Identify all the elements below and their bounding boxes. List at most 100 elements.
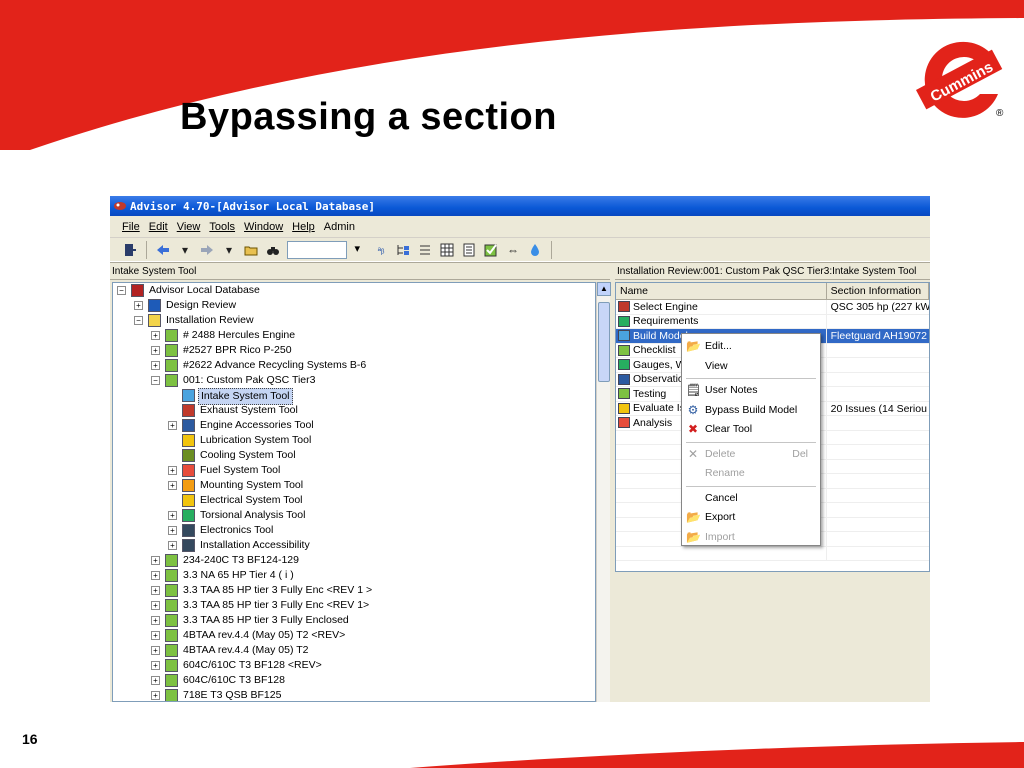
- menu-file-label: File: [122, 220, 140, 233]
- expand-icon[interactable]: +: [151, 571, 160, 580]
- exhaust-icon: [182, 404, 195, 417]
- exit-icon[interactable]: [122, 242, 138, 258]
- collapse-icon[interactable]: −: [151, 376, 160, 385]
- expand-icon[interactable]: +: [168, 526, 177, 535]
- tree-item[interactable]: +604C/610C T3 BF128: [113, 673, 595, 688]
- expand-icon[interactable]: +: [151, 331, 160, 340]
- checklist-icon[interactable]: [483, 242, 499, 258]
- tree-item[interactable]: + Engine Accessories Tool: [113, 418, 595, 433]
- expand-icon[interactable]: +: [168, 421, 177, 430]
- collapse-icon[interactable]: −: [134, 316, 143, 325]
- menu-window[interactable]: Window: [244, 221, 283, 233]
- context-menu-item-cancel[interactable]: Cancel: [682, 489, 820, 509]
- bypass-icon: ⚙: [687, 402, 699, 417]
- scroll-thumb[interactable]: [598, 302, 610, 382]
- expand-icon[interactable]: +: [151, 556, 160, 565]
- info-icon[interactable]: [527, 242, 543, 258]
- grid-row[interactable]: Select Engine QSC 305 hp (227 kW: [616, 300, 929, 315]
- expand-icon[interactable]: +: [151, 346, 160, 355]
- tree-item[interactable]: + Torsional Analysis Tool: [113, 508, 595, 523]
- tree-item[interactable]: − Installation Review: [113, 313, 595, 328]
- tree-item[interactable]: +3.3 TAA 85 HP tier 3 Fully Enc <REV 1>: [113, 598, 595, 613]
- context-menu-item-edit[interactable]: 📂 Edit...: [682, 337, 820, 357]
- tree-item[interactable]: + # 2488 Hercules Engine: [113, 328, 595, 343]
- expand-icon[interactable]: +: [168, 466, 177, 475]
- open-folder-icon[interactable]: [243, 242, 259, 258]
- context-menu-item-view[interactable]: View: [682, 357, 820, 377]
- context-menu-item-bypass-build-model[interactable]: ⚙ Bypass Build Model: [682, 401, 820, 421]
- expand-icon[interactable]: +: [151, 586, 160, 595]
- tree-item[interactable]: +4BTAA rev.4.4 (May 05) T2: [113, 643, 595, 658]
- scroll-up-arrow-icon[interactable]: ▲: [597, 282, 611, 296]
- context-menu-item-clear-tool[interactable]: ✖ Clear Tool: [682, 420, 820, 440]
- tree-item[interactable]: Lubrication System Tool: [113, 433, 595, 448]
- expand-icon[interactable]: +: [151, 691, 160, 700]
- expand-icon[interactable]: +: [151, 631, 160, 640]
- tree-item[interactable]: + Electronics Tool: [113, 523, 595, 538]
- tree-item-label: 3.3 TAA 85 HP tier 3 Fully Enclosed: [183, 614, 349, 626]
- report-icon[interactable]: [461, 242, 477, 258]
- sort-icon[interactable]: ᵃᵦ: [373, 242, 389, 258]
- tree-item[interactable]: Intake System Tool: [113, 388, 595, 405]
- menu-help[interactable]: Help: [292, 221, 315, 233]
- shortcut-hint: Del: [792, 447, 808, 460]
- tree-item[interactable]: + Design Review: [113, 298, 595, 313]
- back-icon[interactable]: [155, 242, 171, 258]
- expand-icon[interactable]: +: [151, 601, 160, 610]
- tree-item[interactable]: + Installation Accessibility: [113, 538, 595, 553]
- navigation-tree[interactable]: − Advisor Local Database + Design Review − In…: [112, 282, 596, 702]
- tree-item[interactable]: + #2622 Advance Recycling Systems B-6: [113, 358, 595, 373]
- tree-item[interactable]: +3.3 TAA 85 HP tier 3 Fully Enc <REV 1 >: [113, 583, 595, 598]
- menu-edit[interactable]: Edit: [149, 221, 168, 233]
- menu-view[interactable]: View: [177, 221, 201, 233]
- tree-scrollbar[interactable]: ▲: [596, 282, 611, 702]
- accessories-icon: [182, 419, 195, 432]
- search-combo-input[interactable]: [287, 240, 360, 259]
- column-header-name[interactable]: Name: [616, 283, 827, 299]
- tree-item[interactable]: +4BTAA rev.4.4 (May 05) T2 <REV>: [113, 628, 595, 643]
- window-titlebar[interactable]: Advisor 4.70-[Advisor Local Database]: [110, 196, 930, 216]
- column-header-section-info[interactable]: Section Information: [827, 283, 929, 299]
- menu-file[interactable]: File: [122, 221, 140, 233]
- notes-icon: 🗒: [686, 383, 702, 397]
- expand-icon[interactable]: +: [151, 646, 160, 655]
- tree-item[interactable]: − 001: Custom Pak QSC Tier3: [113, 373, 595, 388]
- menu-tools[interactable]: Tools: [209, 221, 235, 233]
- expand-icon[interactable]: +: [134, 301, 143, 310]
- context-menu-item-export[interactable]: 📂 Export: [682, 508, 820, 528]
- fuel-icon: [182, 464, 195, 477]
- list-icon[interactable]: [417, 242, 433, 258]
- tree-item[interactable]: Exhaust System Tool: [113, 403, 595, 418]
- menu-admin[interactable]: Admin: [324, 221, 355, 233]
- grid-row[interactable]: Requirements: [616, 314, 929, 329]
- expand-icon[interactable]: +: [168, 511, 177, 520]
- expand-icon[interactable]: +: [168, 481, 177, 490]
- tree-item[interactable]: − Advisor Local Database: [113, 283, 595, 298]
- forward-dropdown-icon[interactable]: ▾: [221, 242, 237, 258]
- tree-item[interactable]: Cooling System Tool: [113, 448, 595, 463]
- expand-icon[interactable]: +: [151, 361, 160, 370]
- tree-item[interactable]: + Mounting System Tool: [113, 478, 595, 493]
- context-menu-item-user-notes[interactable]: 🗒 User Notes: [682, 381, 820, 401]
- tree-item[interactable]: +234-240C T3 BF124-129: [113, 553, 595, 568]
- tree-item[interactable]: + Fuel System Tool: [113, 463, 595, 478]
- grid-icon[interactable]: [439, 242, 455, 258]
- find-icon[interactable]: [265, 242, 281, 258]
- back-dropdown-icon[interactable]: ▾: [177, 242, 193, 258]
- tree-item[interactable]: +3.3 TAA 85 HP tier 3 Fully Enclosed: [113, 613, 595, 628]
- grid-cell-name: Select Engine: [616, 300, 827, 314]
- forward-icon[interactable]: [199, 242, 215, 258]
- expand-icon[interactable]: +: [168, 541, 177, 550]
- expand-icon[interactable]: +: [151, 661, 160, 670]
- expand-icon[interactable]: +: [151, 616, 160, 625]
- tree-item[interactable]: +604C/610C T3 BF128 <REV>: [113, 658, 595, 673]
- swap-icon[interactable]: ⇔: [505, 242, 521, 258]
- expand-icon[interactable]: +: [151, 676, 160, 685]
- tree-item[interactable]: + #2527 BPR Rico P-250: [113, 343, 595, 358]
- grid-cell-section-info: [827, 358, 929, 372]
- tree-item[interactable]: +3.3 NA 65 HP Tier 4 ( i ): [113, 568, 595, 583]
- tree-item[interactable]: Electrical System Tool: [113, 493, 595, 508]
- tree-item-label: #2527 BPR Rico P-250: [183, 344, 292, 356]
- collapse-icon[interactable]: −: [117, 286, 126, 295]
- tree-icon[interactable]: [395, 242, 411, 258]
